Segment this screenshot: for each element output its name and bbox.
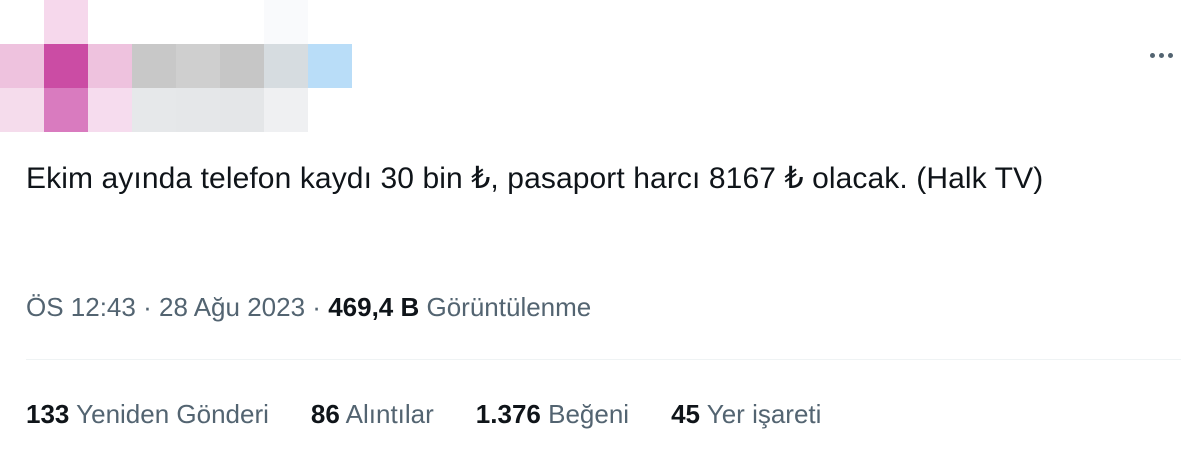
avatar-pixel bbox=[132, 44, 176, 88]
tweet-date[interactable]: 28 Ağu 2023 bbox=[159, 292, 305, 322]
avatar[interactable] bbox=[0, 0, 352, 132]
likes-stat[interactable]: 1.376 Beğeni bbox=[476, 390, 629, 438]
reposts-label: Yeniden Gönderi bbox=[76, 399, 269, 429]
quotes-label: Alıntılar bbox=[345, 399, 434, 429]
bookmarks-count: 45 bbox=[671, 399, 700, 429]
views-count: 469,4 B bbox=[328, 292, 420, 322]
more-options-button[interactable] bbox=[1140, 40, 1182, 70]
avatar-pixel bbox=[264, 0, 308, 44]
likes-count: 1.376 bbox=[475, 399, 541, 429]
avatar-pixel bbox=[44, 88, 88, 132]
more-horizontal-icon bbox=[1149, 52, 1155, 58]
avatar-pixel bbox=[44, 44, 88, 88]
avatar-pixel bbox=[220, 88, 264, 132]
avatar-pixel bbox=[220, 0, 264, 44]
avatar-pixel bbox=[264, 88, 308, 132]
meta-separator: · bbox=[312, 292, 321, 322]
reposts-count: 133 bbox=[26, 399, 70, 429]
avatar-pixel bbox=[308, 44, 352, 88]
avatar-pixel bbox=[132, 88, 176, 132]
avatar-pixel bbox=[176, 44, 220, 88]
views-label: Görüntülenme bbox=[426, 292, 592, 322]
more-horizontal-icon-dot bbox=[1167, 52, 1173, 58]
avatar-pixel bbox=[0, 44, 44, 88]
avatar-pixel bbox=[44, 0, 88, 44]
avatar-pixel bbox=[88, 44, 132, 88]
more-horizontal-icon-dot bbox=[1158, 52, 1164, 58]
avatar-pixel bbox=[88, 88, 132, 132]
tweet-text: Ekim ayında telefon kaydı 30 bin ₺, pasa… bbox=[26, 162, 1044, 195]
engagement-stats: 133 Yeniden Gönderi 86 Alıntılar 1.376 B… bbox=[26, 390, 863, 438]
bookmarks-label: Yer işareti bbox=[706, 399, 822, 429]
likes-label: Beğeni bbox=[548, 399, 630, 429]
avatar-pixel bbox=[132, 0, 176, 44]
tweet-time[interactable]: ÖS 12:43 bbox=[26, 292, 136, 322]
bookmarks-stat[interactable]: 45 Yer işareti bbox=[671, 390, 821, 438]
avatar-pixel bbox=[88, 0, 132, 44]
avatar-pixel bbox=[220, 44, 264, 88]
meta-separator: · bbox=[143, 292, 152, 322]
avatar-pixel bbox=[264, 44, 308, 88]
tweet-meta: ÖS 12:43 · 28 Ağu 2023 · 469,4 B Görüntü… bbox=[26, 283, 591, 331]
quotes-count: 86 bbox=[310, 399, 340, 429]
reposts-stat[interactable]: 133 Yeniden Gönderi bbox=[26, 390, 269, 438]
quotes-stat[interactable]: 86 Alıntılar bbox=[311, 390, 434, 438]
avatar-pixel bbox=[308, 88, 352, 132]
avatar-pixel bbox=[0, 0, 44, 44]
avatar-pixel bbox=[0, 88, 44, 132]
avatar-pixel bbox=[176, 88, 220, 132]
avatar-pixel bbox=[308, 0, 352, 44]
avatar-pixel bbox=[176, 0, 220, 44]
divider bbox=[26, 359, 1181, 360]
